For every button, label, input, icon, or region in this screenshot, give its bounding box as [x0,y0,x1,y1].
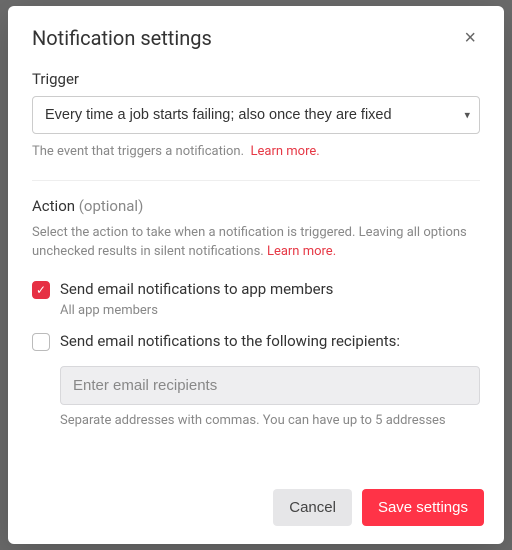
cancel-button[interactable]: Cancel [273,489,352,526]
email-members-checkbox[interactable]: ✓ [32,281,50,299]
modal-footer: Cancel Save settings [8,475,504,544]
email-recipients-content: Send email notifications to the followin… [60,332,480,352]
modal-title: Notification settings [32,26,212,50]
action-description: Select the action to take when a notific… [32,223,480,262]
email-members-content: Send email notifications to app members … [60,280,480,319]
action-section: Action (optional) Select the action to t… [32,197,480,428]
action-learn-more-link[interactable]: Learn more. [267,244,336,259]
recipients-group: Separate addresses with commas. You can … [60,366,480,428]
modal-body: Trigger Every time a job starts failing;… [8,64,504,475]
email-members-sub: All app members [60,303,480,318]
email-recipients-checkbox[interactable] [32,333,50,351]
save-settings-button[interactable]: Save settings [362,489,484,526]
action-desc-text: Select the action to take when a notific… [32,225,467,260]
email-recipients-label: Send email notifications to the followin… [60,332,480,352]
notification-settings-modal: Notification settings × Trigger Every ti… [8,6,504,544]
trigger-select[interactable]: Every time a job starts failing; also on… [32,96,480,134]
trigger-label: Trigger [32,70,480,88]
close-button[interactable]: × [460,28,480,48]
section-divider [32,180,480,181]
trigger-help: The event that triggers a notification. … [32,142,480,162]
email-members-row: ✓ Send email notifications to app member… [32,280,480,319]
trigger-help-text: The event that triggers a notification. [32,144,244,159]
recipients-help: Separate addresses with commas. You can … [60,413,480,428]
check-icon: ✓ [36,284,46,296]
trigger-section: Trigger Every time a job starts failing;… [32,70,480,162]
recipients-input[interactable] [60,366,480,405]
email-recipients-row: Send email notifications to the followin… [32,332,480,352]
trigger-learn-more-link[interactable]: Learn more. [251,144,320,159]
trigger-select-wrap: Every time a job starts failing; also on… [32,96,480,134]
action-optional: (optional) [79,197,144,215]
action-label-text: Action [32,197,75,215]
modal-header: Notification settings × [8,6,504,64]
close-icon: × [464,27,476,49]
email-members-label: Send email notifications to app members [60,280,480,300]
action-label: Action (optional) [32,197,480,215]
